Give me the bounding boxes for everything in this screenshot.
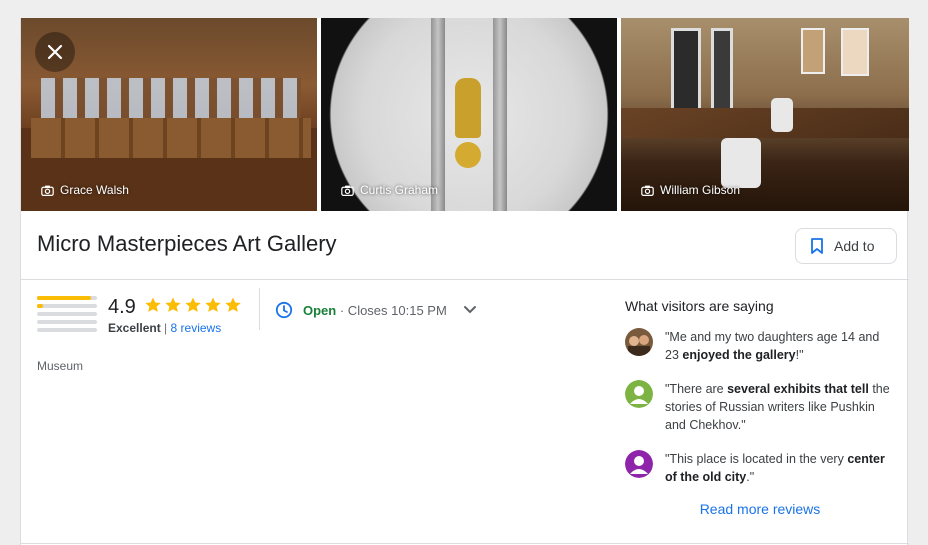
photo-credit: Curtis Graham	[341, 183, 438, 197]
camera-icon	[41, 185, 54, 196]
rating-distribution	[37, 296, 97, 336]
closing-time: · Closes 10:15 PM	[339, 302, 447, 318]
photo-credit: Grace Walsh	[41, 183, 129, 197]
bookmark-icon	[811, 238, 823, 254]
clock-icon	[275, 301, 293, 319]
review-text: ."	[746, 470, 755, 484]
review-highlight: enjoyed the gallery	[682, 348, 796, 362]
read-more-reviews-link[interactable]: Read more reviews	[625, 501, 895, 517]
rating-label: Excellent	[108, 321, 161, 335]
place-header: Micro Masterpieces Art Gallery Add to	[21, 211, 909, 280]
review-text: !"	[795, 348, 804, 362]
add-to-label: Add to	[834, 238, 875, 254]
divider	[21, 543, 909, 544]
review-highlight: several exhibits that tell	[727, 382, 869, 396]
rating-bar-2	[37, 320, 97, 324]
reviews-link[interactable]: 8 reviews	[171, 321, 222, 335]
divider	[259, 288, 260, 330]
photo-2[interactable]: Curtis Graham	[321, 18, 617, 211]
star-icon	[165, 297, 181, 312]
camera-icon	[641, 185, 654, 196]
rating-bar-4	[37, 304, 97, 308]
place-card: Grace Walsh Curtis Graham William Gibson	[20, 18, 909, 545]
rating-bar-3	[37, 312, 97, 316]
rating-stars	[144, 296, 242, 314]
place-title: Micro Masterpieces Art Gallery	[37, 231, 337, 256]
photo-credit-name: Curtis Graham	[360, 183, 439, 197]
rating-subline: Excellent | 8 reviews	[108, 321, 221, 335]
place-category: Museum	[37, 359, 84, 373]
visitor-reviews-heading: What visitors are saying	[625, 298, 774, 314]
camera-icon	[341, 185, 354, 196]
review-text: "There are	[665, 382, 728, 396]
close-icon	[47, 44, 63, 60]
avatar	[625, 450, 653, 478]
add-to-button[interactable]: Add to	[795, 228, 897, 264]
rating-separator: |	[164, 321, 168, 335]
rating-bar-5	[37, 296, 97, 300]
star-icon	[145, 297, 161, 312]
chevron-down-icon[interactable]	[463, 305, 477, 315]
review-snippet[interactable]: "Me and my two daughters age 14 and 23 e…	[625, 328, 895, 364]
photo-credit-name: William Gibson	[660, 183, 741, 197]
open-status: Open	[303, 302, 337, 318]
photo-3[interactable]: William Gibson	[621, 18, 909, 211]
rating-score: 4.9	[108, 296, 136, 318]
avatar	[625, 328, 653, 356]
review-text: "This place is located in the very	[665, 452, 848, 466]
star-icon	[185, 297, 201, 312]
photo-credit-name: Grace Walsh	[60, 183, 129, 197]
photo-1[interactable]: Grace Walsh	[21, 18, 317, 211]
review-snippet[interactable]: "This place is located in the very cente…	[625, 450, 895, 486]
visitor-reviews: What visitors are saying "Me and my two …	[625, 298, 895, 502]
avatar	[625, 380, 653, 408]
photo-credit: William Gibson	[641, 183, 740, 197]
rating-bar-1	[37, 328, 97, 332]
hours-summary[interactable]: Open · Closes 10:15 PM	[275, 301, 477, 319]
star-icon	[205, 297, 221, 312]
photo-strip: Grace Walsh Curtis Graham William Gibson	[21, 18, 909, 211]
review-snippet[interactable]: "There are several exhibits that tell th…	[625, 380, 895, 434]
star-icon	[225, 297, 241, 312]
close-button[interactable]	[35, 32, 75, 72]
